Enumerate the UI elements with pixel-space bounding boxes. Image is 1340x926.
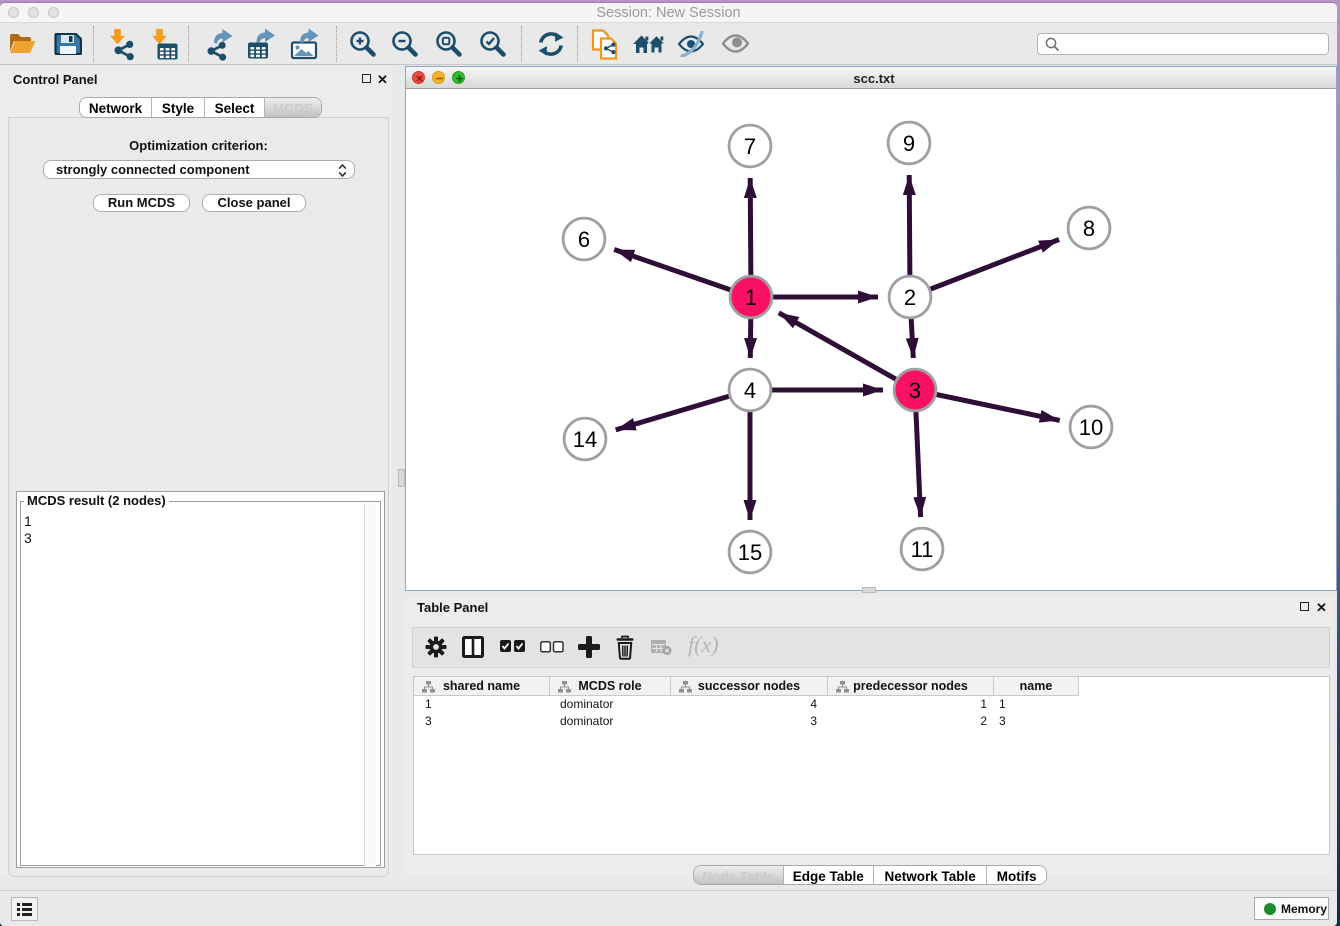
svg-text:10: 10 <box>1079 415 1103 440</box>
svg-text:3: 3 <box>909 378 921 403</box>
svg-text:14: 14 <box>573 427 597 452</box>
svg-text:15: 15 <box>738 540 762 565</box>
svg-text:2: 2 <box>904 285 916 310</box>
svg-text:9: 9 <box>903 131 915 156</box>
svg-text:4: 4 <box>744 378 756 403</box>
svg-text:11: 11 <box>911 537 934 562</box>
svg-text:8: 8 <box>1083 216 1095 241</box>
svg-text:1: 1 <box>745 285 757 310</box>
svg-text:6: 6 <box>578 227 590 252</box>
svg-text:7: 7 <box>744 134 756 159</box>
